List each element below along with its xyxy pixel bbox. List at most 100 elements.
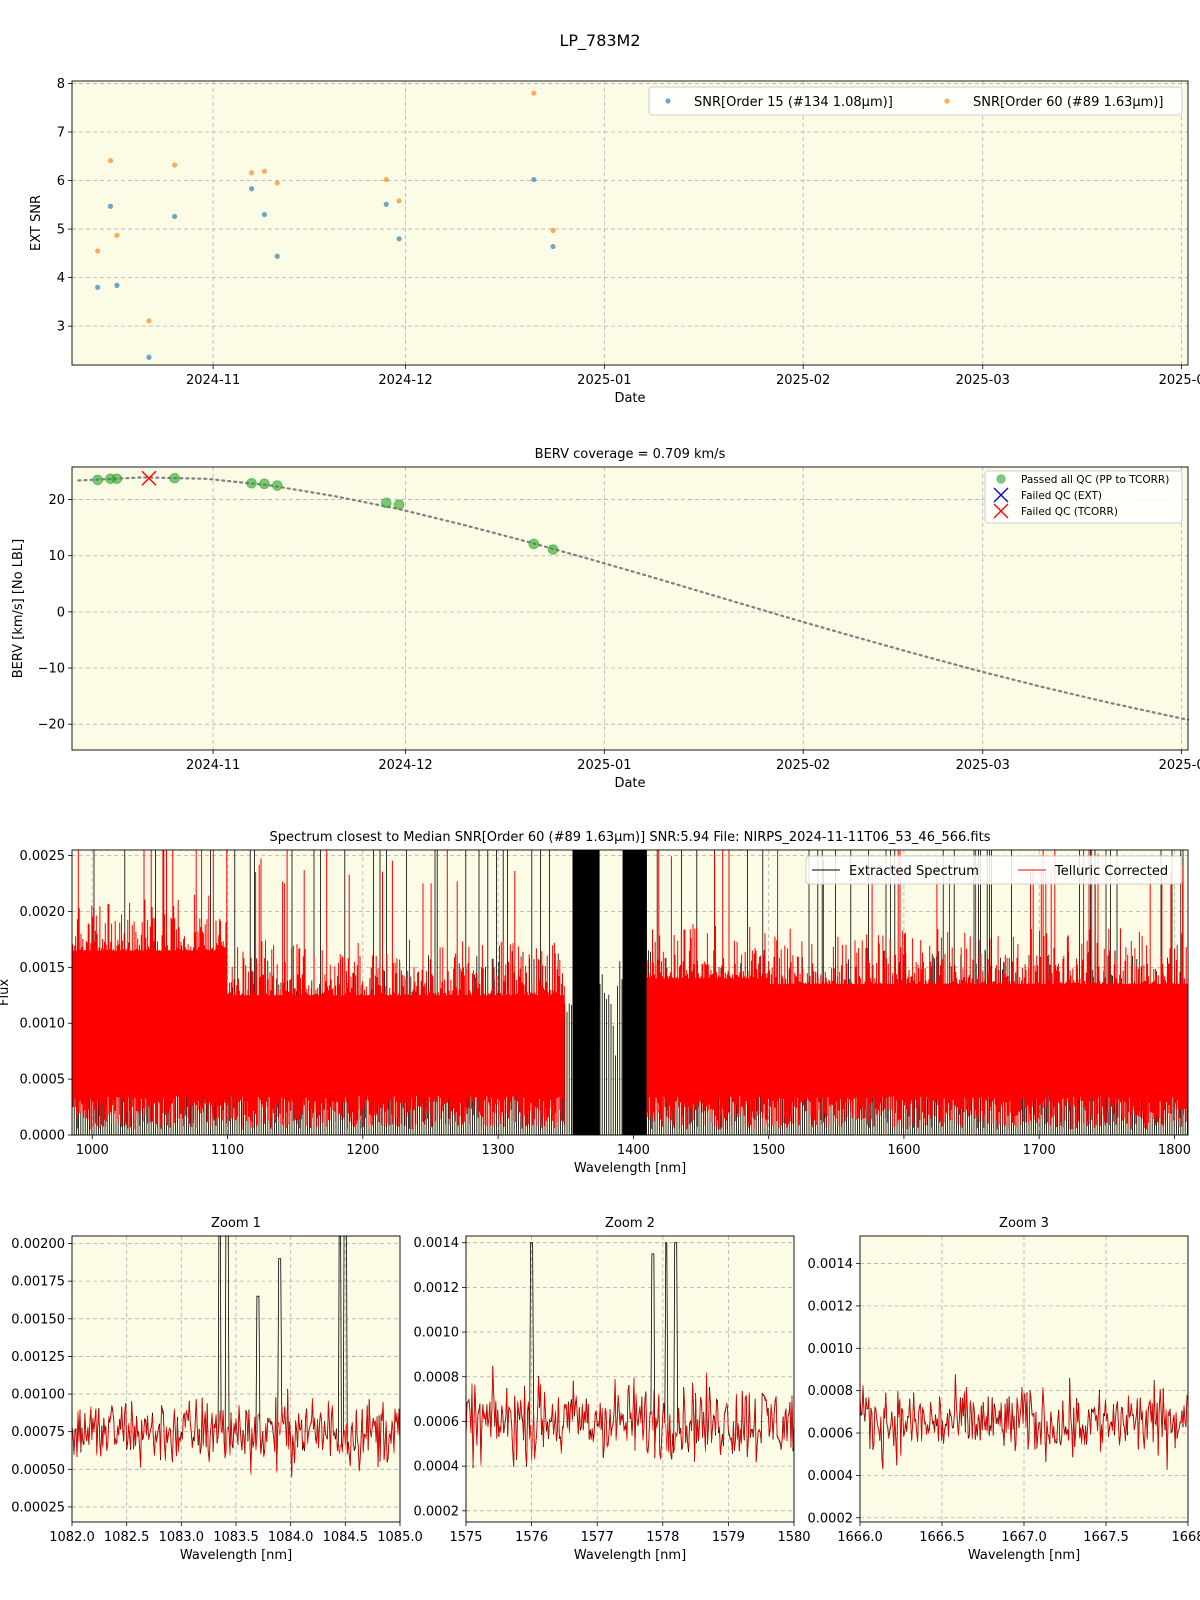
spectrum-y-tick-label: 0.0010 <box>20 1017 66 1032</box>
figure-title: LP_783M2 <box>559 31 640 51</box>
zoom2-y-tick-label: 0.0010 <box>414 1326 460 1341</box>
snr-x-tick-label: 2025-0 <box>1159 373 1200 388</box>
zoom2-y-tick-label: 0.0008 <box>414 1370 460 1385</box>
zoom2-y-tick-label: 0.0006 <box>414 1415 460 1430</box>
zoom1-y-tick-label: 0.00050 <box>11 1463 65 1478</box>
snr-point-order60 <box>383 176 389 183</box>
legend-label-telluric: Telluric Corrected <box>1054 864 1168 879</box>
legend-label-failed-tcorr: Failed QC (TCORR) <box>1021 506 1118 518</box>
snr-point-order15 <box>550 243 556 250</box>
berv-point-passed <box>259 478 270 490</box>
zoom1-y-tick-label: 0.00200 <box>11 1237 65 1252</box>
spectrum-y-tick-label: 0.0020 <box>20 905 66 920</box>
zoom2-title: Zoom 2 <box>605 1216 655 1231</box>
zoom1-x-tick-label: 1083.5 <box>213 1530 259 1545</box>
legend-label-order15: SNR[Order 15 (#134 1.08μm)] <box>694 95 893 110</box>
berv-x-tick-label: 2025-01 <box>577 758 631 773</box>
snr-y-tick-label: 3 <box>57 320 65 335</box>
berv-point-passed <box>528 538 540 550</box>
spectrum-x-tick-label: 1300 <box>482 1143 515 1158</box>
zoom1-y-tick-label: 0.00125 <box>11 1350 65 1365</box>
berv-x-label: Date <box>614 776 645 791</box>
zoom1-x-tick-label: 1082.5 <box>104 1530 150 1545</box>
legend-marker-order60 <box>944 98 950 104</box>
snr-point-order15 <box>107 203 114 209</box>
zoom2-y-tick-label: 0.0014 <box>414 1236 460 1251</box>
spectrum-x-tick-label: 1700 <box>1023 1143 1056 1158</box>
snr-point-order60 <box>261 168 268 174</box>
berv-y-tick-label: 10 <box>48 549 65 564</box>
zoom1-panel: 1082.0 1082.5 1083.0 1083.5 1084.0 1084.5 1085… <box>11 1216 423 1563</box>
berv-x-tick-label: 2025-03 <box>956 758 1010 773</box>
snr-y-tick-label: 7 <box>57 125 65 140</box>
spectrum-x-label: Wavelength [nm] <box>574 1161 686 1176</box>
zoom3-y-tick-label: 0.0008 <box>808 1384 854 1399</box>
zoom3-y-tick-label: 0.0004 <box>808 1469 854 1484</box>
berv-point-passed <box>547 544 559 555</box>
berv-legend: Passed all QC (PP to TCORR) Failed QC (EX… <box>984 470 1183 524</box>
snr-point-order15 <box>172 213 178 220</box>
snr-point-order60 <box>114 232 120 238</box>
snr-point-order60 <box>107 158 114 164</box>
zoom1-y-tick-label: 0.00100 <box>11 1388 65 1403</box>
berv-y-tick-label: −10 <box>38 662 65 677</box>
zoom3-y-tick-label: 0.0014 <box>808 1257 854 1272</box>
zoom2-x-tick-label: 1579 <box>712 1530 745 1545</box>
zoom1-x-tick-label: 1085.0 <box>377 1530 423 1545</box>
zoom1-y-tick-label: 0.00150 <box>11 1312 65 1327</box>
snr-x-label: Date <box>614 391 645 406</box>
snr-point-order60 <box>531 90 537 96</box>
snr-point-order15 <box>95 284 101 290</box>
zoom1-y-tick-label: 0.00025 <box>11 1500 65 1515</box>
figure: LP_783M2 2024-11 2024-12 2025-01 2025-02 202… <box>0 31 1200 1563</box>
legend-marker-order15 <box>665 98 671 104</box>
zoom1-y-tick-label: 0.00175 <box>11 1275 65 1290</box>
snr-point-order15 <box>248 186 255 192</box>
berv-y-label: BERV [km/s] [No LBL] <box>11 539 26 678</box>
berv-y-tick-label: 0 <box>57 605 65 620</box>
spectrum-y-tick-label: 0.0025 <box>20 849 66 864</box>
zoom3-panel: 1666.0 1666.5 1667.0 1667.5 1668 0.0002 0.0004… <box>808 1216 1200 1563</box>
snr-point-order15 <box>396 236 402 242</box>
snr-legend: SNR[Order 15 (#134 1.08μm)] SNR[Order 60 … <box>648 86 1183 116</box>
berv-x-tick-label: 2025-0 <box>1159 758 1200 773</box>
spectrum-y-label: Flux <box>0 979 12 1006</box>
snr-point-order60 <box>146 318 152 324</box>
berv-point-passed <box>246 477 257 489</box>
berv-x-tick-label: 2024-11 <box>186 758 240 773</box>
snr-y-tick-label: 5 <box>57 223 65 238</box>
berv-y-tick-label: −20 <box>38 718 65 733</box>
spectrum-x-tick-label: 1400 <box>617 1143 650 1158</box>
snr-y-tick-label: 6 <box>57 174 65 189</box>
zoom3-x-tick-label: 1668 <box>1171 1530 1200 1545</box>
spectrum-x-tick-label: 1500 <box>752 1143 785 1158</box>
snr-x-tick-label: 2024-12 <box>378 373 432 388</box>
spectrum-x-tick-label: 1600 <box>887 1143 920 1158</box>
snr-point-order60 <box>248 170 255 176</box>
zoom3-y-tick-label: 0.0012 <box>808 1299 854 1314</box>
zoom2-x-label: Wavelength [nm] <box>574 1548 686 1563</box>
zoom1-x-tick-label: 1083.0 <box>159 1530 205 1545</box>
zoom3-y-tick-label: 0.0006 <box>808 1427 854 1442</box>
spectrum-legend: Extracted Spectrum Telluric Corrected <box>805 855 1183 885</box>
berv-point-passed <box>169 472 180 484</box>
snr-point-order15 <box>261 211 268 218</box>
zoom1-x-tick-label: 1084.5 <box>323 1530 369 1545</box>
zoom2-y-tick-label: 0.0012 <box>414 1281 460 1296</box>
zoom1-y-tick-label: 0.00075 <box>11 1425 65 1440</box>
berv-point-passed <box>393 499 405 510</box>
berv-x-tick-label: 2024-12 <box>378 758 432 773</box>
zoom2-y-tick-label: 0.0002 <box>414 1504 460 1519</box>
snr-x-tick-label: 2025-01 <box>577 373 631 388</box>
zoom3-y-tick-label: 0.0010 <box>808 1342 854 1357</box>
snr-point-order15 <box>146 354 152 360</box>
snr-point-order15 <box>383 201 389 207</box>
snr-point-order60 <box>396 198 402 204</box>
zoom2-x-tick-label: 1577 <box>581 1530 614 1545</box>
snr-y-tick-label: 4 <box>57 271 65 286</box>
spectrum-x-tick-label: 1100 <box>211 1143 244 1158</box>
zoom2-x-tick-label: 1575 <box>449 1530 482 1545</box>
zoom2-plot-area <box>466 1236 794 1522</box>
spectrum-x-tick-label: 1800 <box>1158 1143 1191 1158</box>
spectrum-y-tick-label: 0.0000 <box>20 1129 66 1144</box>
